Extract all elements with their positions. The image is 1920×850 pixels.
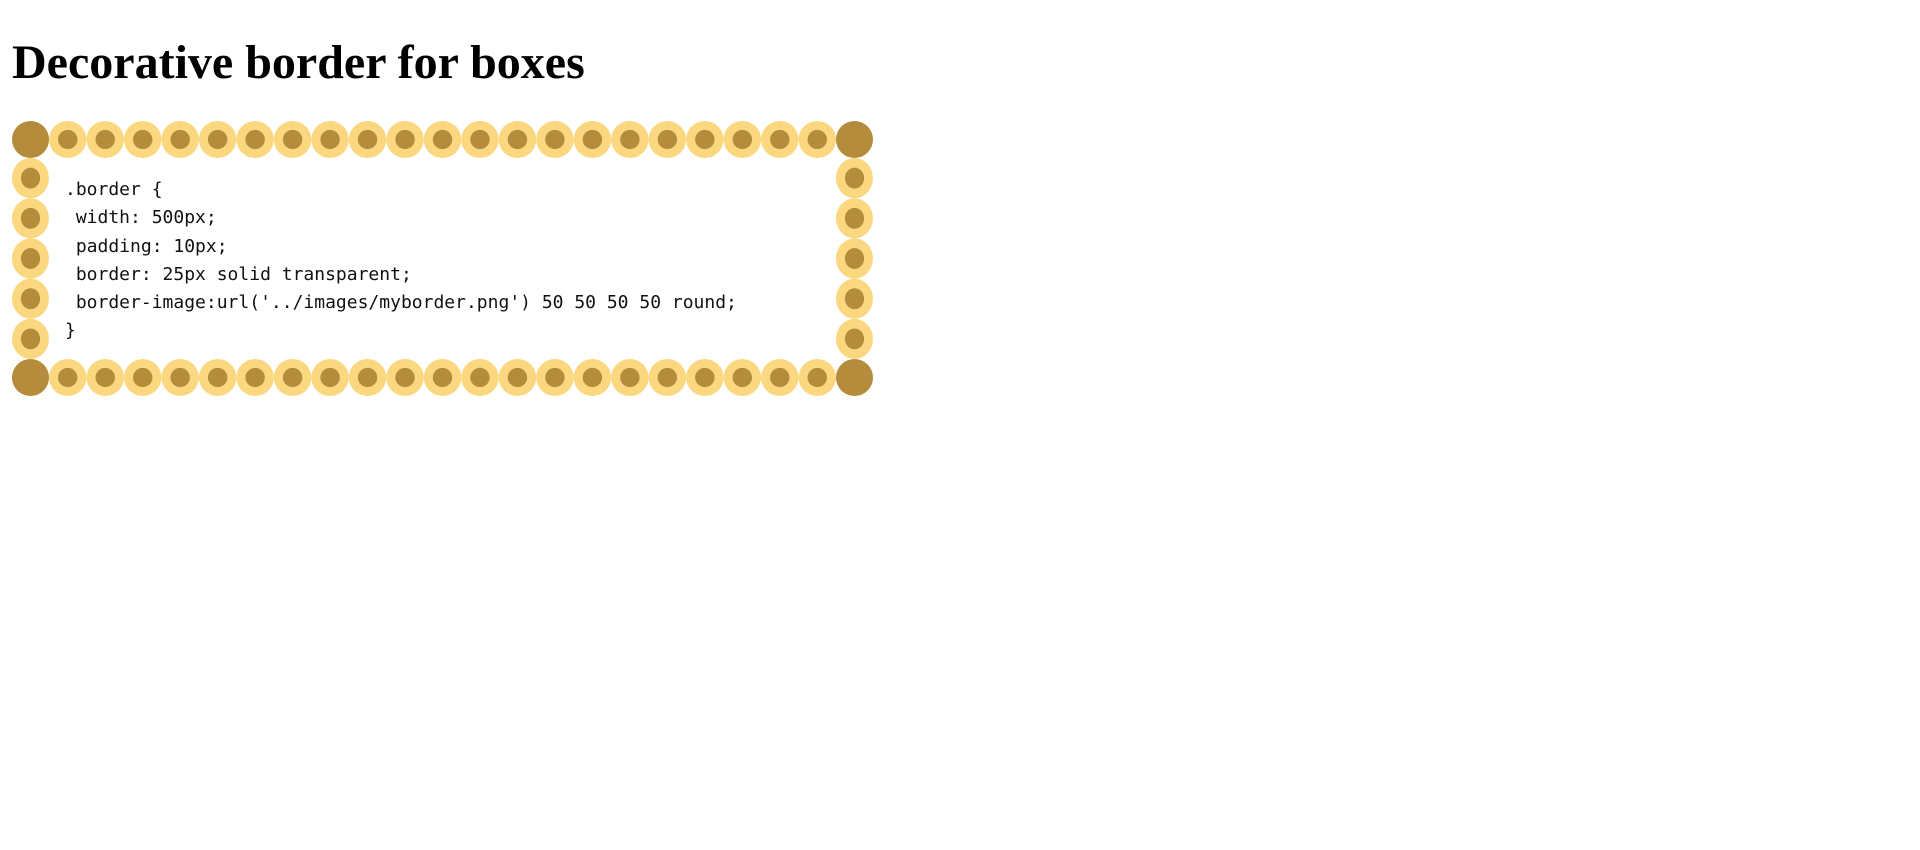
border-bead — [648, 359, 687, 396]
border-bead — [12, 318, 49, 359]
border-bead — [461, 121, 499, 158]
code-line: padding: 10px; — [65, 235, 228, 257]
border-bead — [498, 121, 537, 158]
border-bead — [536, 359, 574, 396]
border-bead — [198, 121, 237, 158]
border-bead — [686, 359, 724, 396]
border-bead — [236, 121, 274, 158]
border-bead — [12, 158, 49, 199]
border-bead — [86, 359, 124, 396]
border-bead — [536, 121, 574, 158]
border-bead — [461, 359, 499, 396]
page-title: Decorative border for boxes — [12, 36, 585, 89]
border-bead — [836, 198, 873, 239]
border-bead — [836, 278, 873, 319]
border-bead — [348, 359, 387, 396]
border-bead — [348, 121, 387, 158]
border-bead — [311, 359, 349, 396]
border-corner-dot — [12, 121, 49, 158]
border-bead — [49, 121, 87, 158]
border-bead — [798, 359, 836, 396]
border-bead — [123, 359, 162, 396]
border-bead — [12, 238, 49, 279]
decorative-border-box: .border { width: 500px; padding: 10px; b… — [12, 121, 873, 396]
code-line: width: 500px; — [65, 207, 217, 229]
border-bead — [423, 121, 462, 158]
css-code-block: .border { width: 500px; padding: 10px; b… — [65, 176, 737, 346]
border-bead — [611, 121, 649, 158]
border-bead — [386, 121, 424, 158]
border-bead — [161, 359, 199, 396]
code-line: .border { — [65, 179, 163, 200]
border-bead — [86, 121, 124, 158]
border-bead — [798, 121, 836, 158]
border-bead — [836, 318, 873, 359]
border-corner-dot — [836, 359, 873, 396]
code-line: border-image:url('../images/myborder.png… — [65, 292, 737, 314]
code-line: border: 25px solid transparent; — [65, 263, 412, 285]
border-bead — [836, 238, 873, 279]
border-bead — [761, 359, 799, 396]
border-bead — [498, 359, 537, 396]
border-bead — [311, 121, 349, 158]
border-bead — [161, 121, 199, 158]
border-bead — [573, 121, 612, 158]
border-bead — [273, 359, 312, 396]
border-bead — [686, 121, 724, 158]
border-corner-dot — [12, 359, 49, 396]
border-bead — [198, 359, 237, 396]
border-bead — [723, 121, 762, 158]
border-bead — [386, 359, 424, 396]
border-bead — [12, 198, 49, 239]
border-bead — [273, 121, 312, 158]
border-bead — [723, 359, 762, 396]
code-line: } — [65, 320, 76, 342]
border-bead — [611, 359, 649, 396]
border-bead — [836, 158, 873, 199]
border-bead — [423, 359, 462, 396]
border-bead — [648, 121, 687, 158]
border-bead — [49, 359, 87, 396]
border-corner-dot — [836, 121, 873, 158]
border-bead — [236, 359, 274, 396]
border-bead — [761, 121, 799, 158]
border-bead — [12, 278, 49, 319]
border-bead — [573, 359, 612, 396]
border-bead — [123, 121, 162, 158]
